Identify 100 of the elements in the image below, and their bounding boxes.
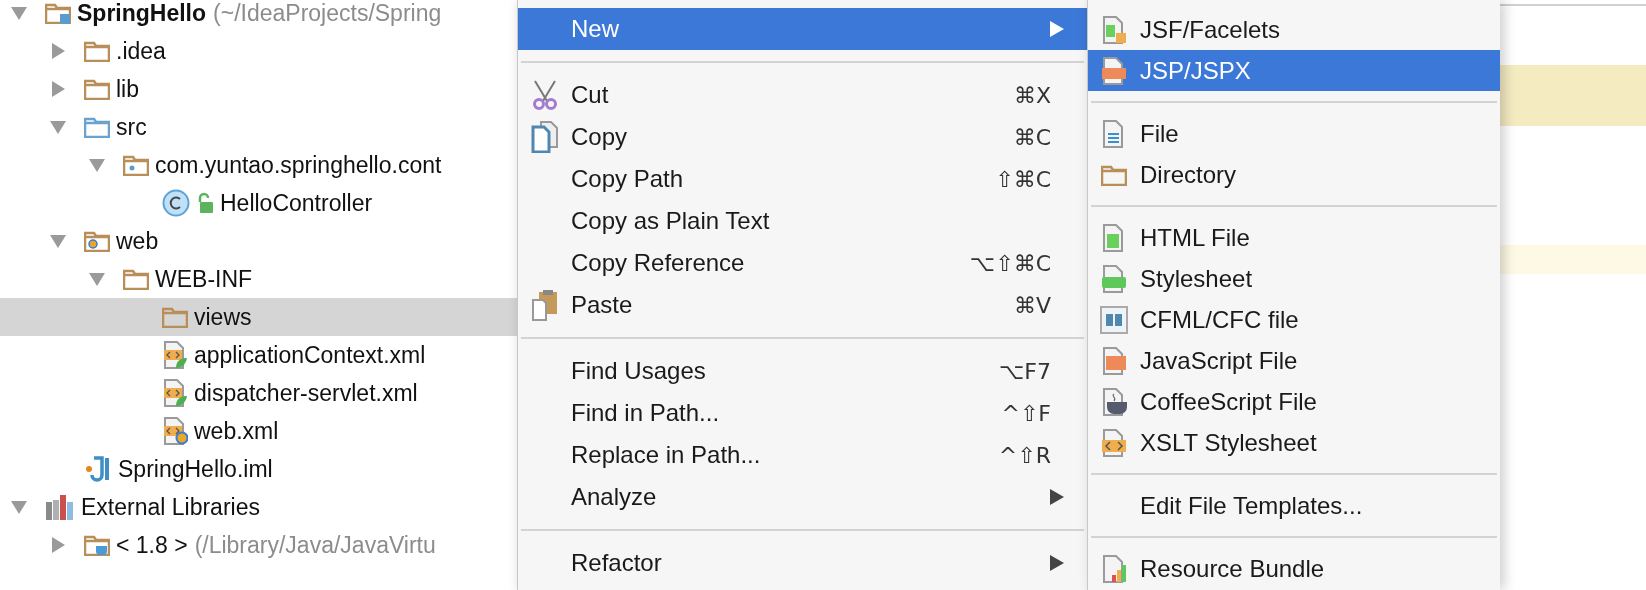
tree-item-label: SpringHello bbox=[77, 0, 207, 28]
tree-item-label: com.yuntao.springhello.cont bbox=[155, 150, 442, 180]
expand-arrow-icon[interactable] bbox=[49, 42, 67, 60]
resource-bundle-icon bbox=[1101, 554, 1127, 583]
tree-row[interactable]: com.yuntao.springhello.cont bbox=[0, 146, 517, 184]
tree-item-label: dispatcher-servlet.xml bbox=[194, 378, 418, 408]
web-folder-icon bbox=[84, 230, 110, 252]
tree-row[interactable]: web.xml bbox=[0, 412, 517, 450]
menu-item[interactable]: Copy ⌘C bbox=[518, 116, 1087, 158]
tree-row[interactable]: web bbox=[0, 222, 517, 260]
tree-row[interactable]: lib bbox=[0, 70, 517, 108]
submenu-arrow-icon bbox=[1049, 20, 1065, 38]
tree-row[interactable]: src bbox=[0, 108, 517, 146]
clipboard-icon bbox=[530, 289, 559, 321]
menu-item[interactable]: XSLT Stylesheet bbox=[1088, 422, 1500, 463]
shortcut-label: ^⇧F bbox=[1001, 399, 1051, 428]
tree-item-label: < 1.8 > bbox=[116, 530, 188, 560]
stylesheet-file-icon bbox=[1101, 264, 1127, 293]
tree-row[interactable]: views bbox=[0, 298, 517, 336]
menu-item[interactable]: File bbox=[1088, 113, 1500, 154]
menu-item[interactable]: Replace in Path... ^⇧R bbox=[518, 434, 1087, 476]
menu-item[interactable]: Refactor bbox=[518, 542, 1087, 584]
menu-item[interactable]: Analyze bbox=[518, 476, 1087, 518]
shortcut-label: ⌘X bbox=[1013, 81, 1051, 110]
collapse-arrow-icon[interactable] bbox=[49, 232, 67, 250]
tree-item-label: .idea bbox=[116, 36, 166, 66]
collapse-arrow-icon[interactable] bbox=[10, 4, 28, 22]
javascript-file-icon bbox=[1101, 346, 1127, 375]
shortcut-label: ⇧⌘C bbox=[995, 165, 1051, 194]
shortcut-label: ⌘V bbox=[1013, 291, 1051, 320]
menu-item[interactable]: HTML File bbox=[1088, 217, 1500, 258]
menu-item[interactable]: JSP/JSPX bbox=[1088, 50, 1500, 91]
shortcut-label: ⌘C bbox=[1013, 123, 1051, 152]
cfml-file-icon bbox=[1100, 305, 1128, 334]
collapse-arrow-icon[interactable] bbox=[49, 118, 67, 136]
menu-item[interactable]: Stylesheet bbox=[1088, 258, 1500, 299]
expand-arrow-icon[interactable] bbox=[49, 536, 67, 554]
menu-item[interactable]: Copy Path ⇧⌘C bbox=[518, 158, 1087, 200]
menu-item[interactable]: Directory bbox=[1088, 154, 1500, 195]
class-icon bbox=[162, 189, 190, 217]
tree-item-path: (~/IdeaProjects/Spring bbox=[213, 0, 442, 28]
copy-icon bbox=[530, 121, 559, 153]
submenu-arrow-icon bbox=[1049, 554, 1065, 572]
menu-item[interactable]: Paste ⌘V bbox=[518, 284, 1087, 326]
coffee-cup-icon bbox=[1101, 387, 1127, 416]
tree-row[interactable]: applicationContext.xml bbox=[0, 336, 517, 374]
shortcut-label: ^⇧R bbox=[998, 441, 1051, 470]
menu-item[interactable]: JavaScript File bbox=[1088, 340, 1500, 381]
tree-row[interactable]: WEB-INF bbox=[0, 260, 517, 298]
menu-item[interactable]: CFML/CFC file bbox=[1088, 299, 1500, 340]
menu-item[interactable]: Cut ⌘X bbox=[518, 74, 1087, 116]
tree-row[interactable]: HelloController bbox=[0, 184, 517, 222]
module-file-icon bbox=[84, 456, 112, 482]
xml-leaf-icon bbox=[162, 341, 188, 369]
collapse-arrow-icon[interactable] bbox=[88, 270, 106, 288]
menu-item[interactable]: New bbox=[518, 8, 1087, 50]
tree-item-label: views bbox=[194, 302, 252, 332]
tree-item-label: SpringHello.iml bbox=[118, 454, 273, 484]
shortcut-label: ⌥F7 bbox=[999, 357, 1051, 386]
menu-item[interactable]: Resource Bundle bbox=[1088, 548, 1500, 589]
xml-leaf-icon bbox=[162, 379, 188, 407]
tree-item-label: External Libraries bbox=[81, 492, 260, 522]
tree-row[interactable]: External Libraries bbox=[0, 488, 517, 526]
tree-row[interactable]: SpringHello (~/IdeaProjects/Spring bbox=[0, 0, 517, 32]
submenu-arrow-icon bbox=[1049, 488, 1065, 506]
collapse-arrow-icon[interactable] bbox=[10, 498, 28, 516]
tree-item-label: web.xml bbox=[194, 416, 279, 446]
folder-icon bbox=[1101, 163, 1127, 186]
tree-item-label: WEB-INF bbox=[155, 264, 253, 294]
menu-item[interactable]: Copy Reference ⌥⇧⌘C bbox=[518, 242, 1087, 284]
library-books-icon bbox=[45, 494, 75, 520]
lock-icon bbox=[196, 192, 214, 214]
tree-item-label: lib bbox=[116, 74, 139, 104]
tree-row[interactable]: .idea bbox=[0, 32, 517, 70]
expand-arrow-icon[interactable] bbox=[49, 80, 67, 98]
xslt-file-icon bbox=[1101, 428, 1127, 457]
folder-icon bbox=[84, 78, 110, 100]
collapse-arrow-icon[interactable] bbox=[88, 156, 106, 174]
tree-row[interactable]: SpringHello.iml bbox=[0, 450, 517, 488]
scissors-icon bbox=[530, 80, 559, 110]
menu-item[interactable]: Copy as Plain Text bbox=[518, 200, 1087, 242]
module-folder-icon bbox=[45, 2, 71, 24]
menu-item[interactable]: Edit File Templates... bbox=[1088, 485, 1500, 526]
jsp-file-icon bbox=[1101, 56, 1127, 85]
folder-icon bbox=[84, 116, 110, 138]
tree-row[interactable]: < 1.8 > (/Library/Java/JavaVirtu bbox=[0, 526, 517, 564]
tree-item-label: src bbox=[116, 112, 147, 142]
folder-icon bbox=[84, 40, 110, 62]
tree-item-path: (/Library/Java/JavaVirtu bbox=[194, 530, 436, 560]
menu-item[interactable]: CoffeeScript File bbox=[1088, 381, 1500, 422]
facelets-file-icon bbox=[1101, 15, 1127, 44]
package-folder-icon bbox=[123, 154, 149, 176]
folder-icon bbox=[162, 306, 188, 328]
shortcut-label: ⌥⇧⌘C bbox=[969, 249, 1051, 278]
menu-item[interactable]: Find Usages ⌥F7 bbox=[518, 350, 1087, 392]
menu-item[interactable]: Find in Path... ^⇧F bbox=[518, 392, 1087, 434]
folder-icon bbox=[123, 268, 149, 290]
menu-item[interactable]: JSF/Facelets bbox=[1088, 9, 1500, 50]
tree-row[interactable]: dispatcher-servlet.xml bbox=[0, 374, 517, 412]
tree-item-label: applicationContext.xml bbox=[194, 340, 426, 370]
